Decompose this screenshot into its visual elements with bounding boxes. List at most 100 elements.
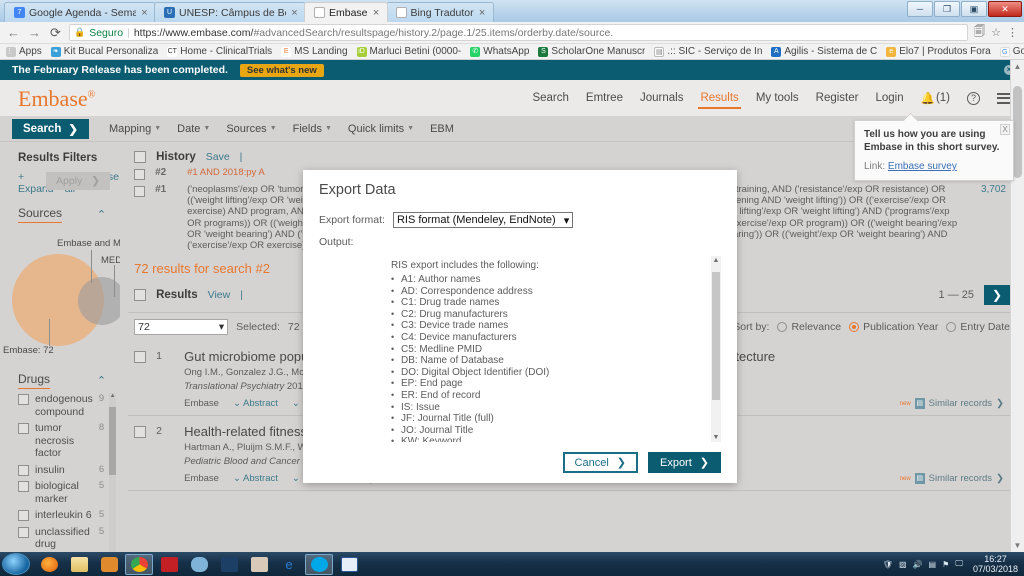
address-input[interactable]: 🔒 Seguro | https://www.embase.com/#advan… [69,24,969,41]
sort-option-entry-date[interactable]: Entry Date [946,321,1010,333]
close-icon[interactable]: × [290,7,299,19]
bookmark-item[interactable]: CT Home - ClinicalTrials [167,46,272,57]
clock[interactable]: 16:27 07/03/2018 [969,554,1018,574]
cancel-button[interactable]: Cancel ❯ [562,452,638,473]
antivirus-icon[interactable]: 🛡 [883,560,893,569]
chevron-down-icon[interactable]: ▼ [711,434,721,441]
media-player-icon[interactable] [95,554,123,575]
search-button[interactable]: Search ❯ [12,118,89,139]
help-icon[interactable] [215,554,243,575]
nav-results[interactable]: Results [698,92,742,109]
bookmark-item[interactable]: iD Marluci Betini (0000- [356,46,461,57]
browser-tab[interactable]: U UNESP: Câmpus de Bot × [154,2,306,22]
chevron-down-icon[interactable]: ▼ [1011,541,1024,550]
embase-survey-link[interactable]: Embase survey [888,161,957,172]
sort-option-relevance[interactable]: Relevance [777,321,841,333]
internet-explorer-icon[interactable]: e [275,554,303,575]
endnote-icon[interactable] [245,554,273,575]
word-icon[interactable] [335,554,363,575]
scrollbar-thumb[interactable] [712,272,720,400]
volume-icon[interactable]: 🔊 [913,560,923,569]
chevron-up-icon[interactable]: ⌃ [97,208,106,221]
bookmark-item[interactable]: GGoogle [999,46,1024,57]
sort-option-publication-year[interactable]: Publication Year [849,321,938,333]
flag-icon[interactable]: ⚑ [942,560,949,569]
notifications-button[interactable]: 🔔 (1) [921,91,950,105]
toolbar-date[interactable]: Date ▼ [177,123,210,135]
results-view-link[interactable]: View [208,289,231,301]
reload-icon[interactable]: ⟳ [48,25,63,41]
dropbox-icon[interactable]: ▨ [899,560,907,569]
display-icon[interactable]: 🖵 [955,559,963,569]
browser-tab[interactable]: 7 Google Agenda - Seman × [4,2,156,22]
checkbox[interactable] [134,289,147,302]
chrome-icon[interactable] [125,553,153,575]
list-item[interactable]: unclassified drug 5 [0,524,120,553]
radio-button[interactable] [849,322,860,333]
checkbox[interactable] [18,526,29,538]
list-item[interactable]: endogenous compound 9 [0,391,120,420]
list-item[interactable]: biological marker 5 [0,478,120,507]
checkbox[interactable] [134,186,146,197]
see-whats-new-button[interactable]: See what's new [239,63,324,77]
embase-logo[interactable]: Embase® [18,86,95,112]
maximize-button[interactable]: ▣ [961,1,987,17]
onedrive-icon[interactable] [185,554,213,575]
checkbox[interactable] [134,351,147,364]
chevron-up-icon[interactable]: ▲ [1011,62,1024,71]
explorer-folder-icon[interactable] [65,554,93,575]
list-item[interactable]: tumor necrosis factor 8 [0,420,120,462]
abstract-link[interactable]: ⌄ Abstract [233,398,278,409]
checkbox[interactable] [18,423,29,434]
checkbox[interactable] [18,481,29,492]
checkbox[interactable] [134,151,147,163]
export-format-select[interactable]: RIS format (Mendeley, EndNote) ▾ [392,212,574,228]
nav-journals[interactable]: Journals [640,92,683,104]
bookmark-item[interactable]: ▤.:: SIC - Serviço de In [654,46,762,57]
network-icon[interactable]: ▤ [929,560,937,569]
scrollbar-thumb[interactable] [109,407,117,475]
windows-start-icon[interactable] [2,553,30,575]
toolbar-fields[interactable]: Fields ▼ [293,123,332,135]
close-icon[interactable]: × [372,7,381,19]
nav-register[interactable]: Register [816,92,859,104]
list-item[interactable]: interleukin 6 5 [0,507,120,524]
abstract-link[interactable]: ⌄ Abstract [233,473,278,484]
scrollbar-thumb[interactable] [1013,86,1022,178]
list-item[interactable]: insulin 6 [0,462,120,479]
translate-icon[interactable]: 🗐 [974,23,985,42]
skype-icon[interactable] [305,553,333,575]
bookmark-item[interactable]: e Elo7 | Produtos Fora [886,46,991,57]
similar-records-link[interactable]: new ▤ Similar records ❯ [900,398,1004,410]
toolbar-ebm[interactable]: EBM [430,123,454,135]
history-save-link[interactable]: Save [206,151,230,163]
checkbox[interactable] [134,426,147,439]
bookmark-item[interactable]: S ScholarOne Manuscr [538,46,645,57]
drugs-scrollbar[interactable]: ▲ ▼ [109,393,117,552]
checkbox[interactable] [134,169,146,180]
restore-button[interactable]: ❐ [934,1,960,17]
browser-tab[interactable]: b Bing Tradutor × [385,2,494,22]
chevron-up-icon[interactable]: ▲ [109,393,116,399]
checkbox[interactable] [18,510,29,521]
bookmark-item[interactable]: A Agilis - Sistema de C [771,46,877,57]
question-mark-icon[interactable]: ? [967,91,980,105]
export-fields-listbox[interactable]: RIS export includes the following: A1: A… [319,256,721,442]
nav-search[interactable]: Search [532,92,568,104]
bookmark-item[interactable]: ⋮⋮ Apps [6,46,42,57]
drugs-section-header[interactable]: Drugs ⌃ [0,361,120,389]
nav-login[interactable]: Login [875,92,903,104]
nav-my-tools[interactable]: My tools [756,92,799,104]
chevron-up-icon[interactable]: ▲ [711,257,721,264]
apply-filters-button[interactable]: Apply ❯ [46,172,111,190]
export-button[interactable]: Export ❯ [647,452,721,473]
similar-records-link[interactable]: new ▤ Similar records ❯ [900,473,1004,485]
radio-button[interactable] [946,322,957,333]
back-icon[interactable]: ← [6,25,21,40]
next-page-button[interactable]: ❯ [984,285,1010,306]
bookmark-item[interactable]: ❧ Kit Bucal Personaliza [50,46,158,57]
radio-button[interactable] [777,322,788,333]
chrome-menu-icon[interactable]: ⋮ [1007,26,1018,39]
close-window-button[interactable]: ✕ [988,1,1022,17]
chevron-up-icon[interactable]: ⌃ [97,374,106,387]
